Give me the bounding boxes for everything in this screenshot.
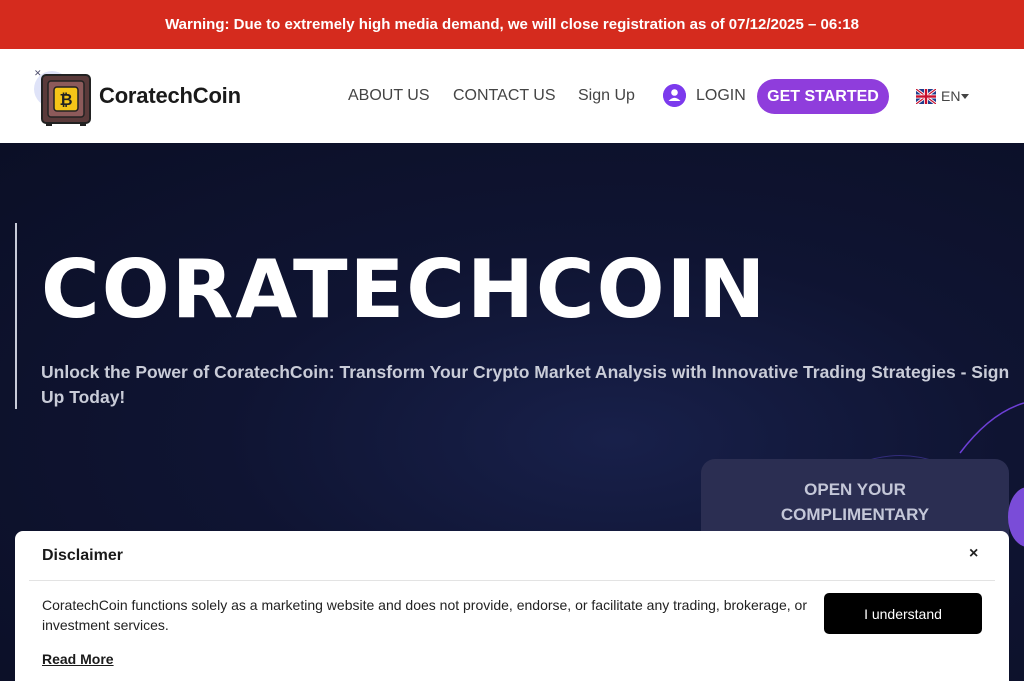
- disclaimer-title: Disclaimer: [42, 547, 123, 564]
- warning-banner: Warning: Due to extremely high media dem…: [0, 0, 1024, 49]
- caret-down-icon[interactable]: [961, 94, 969, 99]
- user-icon[interactable]: [663, 84, 686, 107]
- warning-text: Warning: Due to extremely high media dem…: [165, 16, 859, 33]
- disclaimer-popup: Disclaimer × CoratechCoin functions sole…: [15, 531, 1009, 681]
- close-icon[interactable]: ×: [969, 545, 983, 563]
- hero-subtitle: Unlock the Power of CoratechCoin: Transf…: [41, 362, 1010, 407]
- language-selector[interactable]: EN: [941, 88, 960, 104]
- i-understand-button[interactable]: I understand: [824, 593, 982, 634]
- svg-text:₿: ₿: [59, 90, 72, 109]
- nav-login[interactable]: LOGIN: [696, 87, 746, 105]
- nav-contact-us[interactable]: CONTACT US: [453, 87, 556, 105]
- get-started-button[interactable]: GET STARTED: [757, 79, 889, 114]
- disclaimer-divider: [29, 580, 995, 581]
- read-more-link[interactable]: Read More: [42, 651, 114, 667]
- nav-about-us[interactable]: ABOUT US: [348, 87, 430, 105]
- nav-sign-up[interactable]: Sign Up: [578, 87, 635, 105]
- uk-flag-icon[interactable]: [916, 89, 936, 104]
- disclaimer-text: CoratechCoin functions solely as a marke…: [42, 597, 807, 633]
- hero-title: CORATECHCOIN: [41, 243, 768, 336]
- form-card-title-line1: OPEN YOUR: [804, 480, 906, 499]
- form-card-title-line2: COMPLIMENTARY: [780, 505, 930, 524]
- form-card-title: OPEN YOUR COMPLIMENTARY: [701, 477, 1009, 527]
- svg-text:✕: ✕: [34, 69, 42, 79]
- site-header: ✕ ₿ CoratechCoin ABOUT US CONTACT US Sig…: [0, 49, 1024, 143]
- bitcoin-safe-icon[interactable]: ✕ ₿: [32, 67, 94, 127]
- hero-accent-line: [15, 223, 17, 409]
- brand-name[interactable]: CoratechCoin: [99, 83, 241, 109]
